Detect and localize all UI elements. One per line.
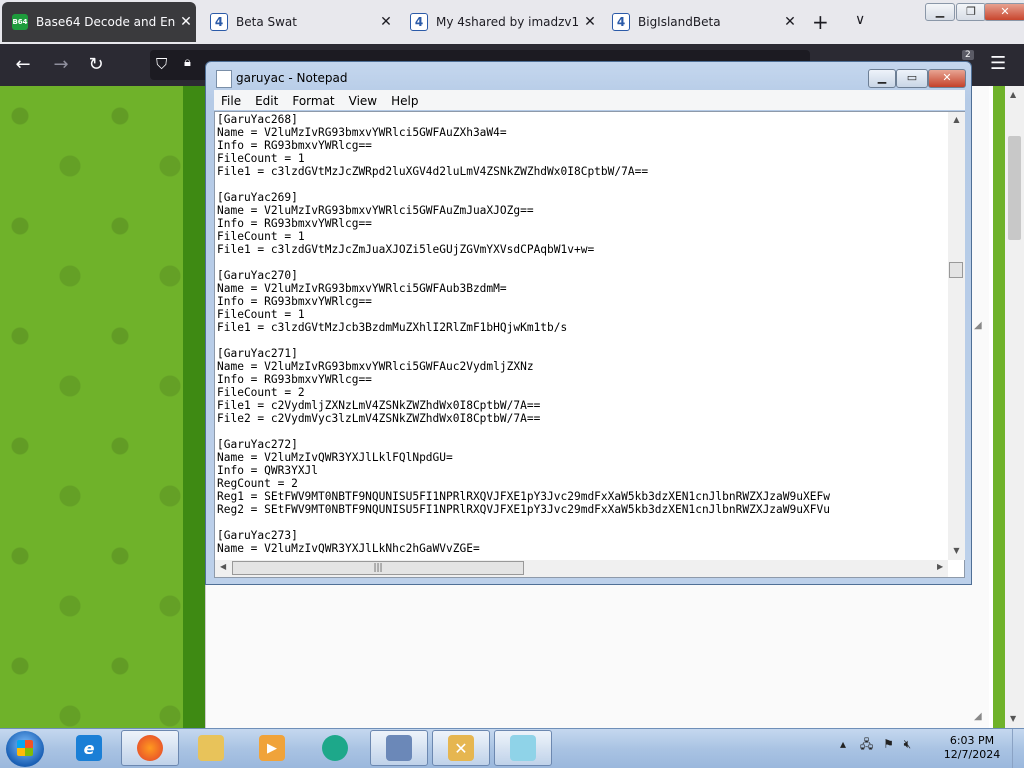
notepad-icon — [510, 735, 536, 761]
browser-tab-bar: B64 Base64 Decode and Encode ✕ 4 Beta Sw… — [0, 0, 1024, 44]
tab-my-4shared[interactable]: 4 My 4shared by imadzv10 - ✕ — [400, 2, 600, 42]
system-tray: ▴ 🖧︎ ⚑ 🔇︎ — [840, 735, 911, 756]
tab-list-button[interactable]: ∨ — [855, 12, 865, 28]
4shared-favicon-icon: 4 — [410, 13, 428, 31]
taskbar: e ▶ ✕ ▴ 🖧︎ ⚑ 🔇︎ 6:03 PM 12/7/2024 — [0, 728, 1024, 768]
show-desktop-button[interactable] — [1012, 729, 1024, 768]
hamburger-menu-icon[interactable]: ☰ — [990, 53, 1006, 74]
shield-icon[interactable]: ⛉ — [156, 55, 167, 73]
notepad-vscroll-thumb[interactable] — [949, 262, 963, 278]
notepad-maximize-button[interactable]: ▭ — [896, 69, 928, 88]
internet-explorer-icon: e — [76, 735, 102, 761]
lock-icon[interactable]: 🔒︎ — [184, 55, 191, 70]
forward-button[interactable]: → — [50, 54, 72, 75]
taskbar-clock[interactable]: 6:03 PM 12/7/2024 — [940, 734, 1004, 762]
folder-icon — [198, 735, 224, 761]
new-tab-button[interactable]: + — [812, 10, 829, 34]
page-doodle-background — [0, 86, 196, 728]
app-circle-icon — [322, 735, 348, 761]
notepad-vertical-scrollbar[interactable]: ▲ ▼ — [948, 112, 965, 560]
back-button[interactable]: ← — [12, 54, 34, 75]
taskbar-network-tool[interactable] — [370, 730, 428, 766]
notepad-hscroll-thumb[interactable]: ||| — [232, 561, 524, 575]
tab-close-icon[interactable]: ✕ — [580, 14, 600, 30]
browser-restore-button[interactable]: ❐ — [956, 3, 986, 21]
scroll-down-arrow-icon[interactable]: ▼ — [1010, 714, 1016, 723]
tab-title: BigIslandBeta — [638, 15, 721, 29]
menu-view[interactable]: View — [342, 91, 384, 108]
start-button[interactable] — [6, 731, 44, 767]
tab-title: My 4shared by imadzv10 - — [436, 15, 580, 29]
network-tool-icon — [386, 735, 412, 761]
notepad-text-content[interactable]: [GaruYac268] Name = V2luMzIvRG93bmxvYWRl… — [217, 113, 947, 561]
notepad-menu-bar: File Edit Format View Help — [214, 90, 965, 110]
notepad-window[interactable]: garuyac - Notepad ▁ ▭ ✕ File Edit Format Vi… — [205, 61, 972, 585]
tab-bigislandbeta[interactable]: 4 BigIslandBeta ✕ — [602, 2, 800, 42]
notepad-title: garuyac - Notepad — [236, 71, 348, 85]
base64-favicon-icon: B64 — [12, 14, 28, 30]
tab-base64[interactable]: B64 Base64 Decode and Encode ✕ — [2, 2, 196, 42]
browser-minimize-button[interactable]: ▁ — [925, 3, 955, 21]
menu-help[interactable]: Help — [384, 91, 425, 108]
notepad-icon — [216, 70, 232, 88]
tab-beta-swat[interactable]: 4 Beta Swat ✕ — [200, 2, 396, 42]
taskbar-notepad[interactable] — [494, 730, 552, 766]
notepad-minimize-button[interactable]: ▁ — [868, 69, 896, 88]
scroll-left-arrow-icon[interactable]: ◀ — [220, 562, 226, 571]
tab-title: Beta Swat — [236, 15, 297, 29]
windows-logo-icon — [17, 740, 33, 756]
4shared-favicon-icon: 4 — [612, 13, 630, 31]
clock-time: 6:03 PM — [949, 734, 995, 747]
tab-close-icon[interactable]: ✕ — [780, 14, 800, 30]
browser-scrollbar[interactable]: ▲ ▼ — [1005, 86, 1024, 728]
media-player-icon: ▶ — [259, 735, 285, 761]
scroll-right-arrow-icon[interactable]: ▶ — [937, 562, 943, 571]
clock-date: 12/7/2024 — [943, 748, 1001, 761]
page-right-margin — [993, 86, 1005, 728]
extension-badge[interactable]: 2 — [962, 50, 974, 60]
browser-scroll-thumb[interactable] — [1008, 136, 1021, 240]
resize-grip-icon[interactable]: ◢ — [974, 320, 982, 331]
show-hidden-icons-icon[interactable]: ▴ — [840, 737, 846, 751]
taskbar-internet-explorer[interactable]: e — [60, 730, 118, 766]
tools-icon: ✕ — [448, 735, 474, 761]
reload-button[interactable]: ↻ — [85, 54, 107, 75]
menu-format[interactable]: Format — [285, 91, 341, 108]
volume-muted-icon[interactable]: 🔇︎ — [904, 737, 912, 751]
notepad-horizontal-scrollbar[interactable]: ◀ ||| ▶ — [215, 560, 948, 577]
taskbar-app-circle[interactable] — [306, 730, 364, 766]
4shared-favicon-icon: 4 — [210, 13, 228, 31]
scroll-up-arrow-icon[interactable]: ▲ — [1010, 90, 1016, 99]
menu-edit[interactable]: Edit — [248, 91, 285, 108]
taskbar-tools-app[interactable]: ✕ — [432, 730, 490, 766]
taskbar-firefox[interactable] — [121, 730, 179, 766]
menu-file[interactable]: File — [214, 91, 248, 108]
taskbar-file-explorer[interactable] — [182, 730, 240, 766]
page-side-strip — [183, 86, 205, 728]
firefox-icon — [137, 735, 163, 761]
resize-grip-icon[interactable]: ◢ — [974, 711, 982, 722]
scroll-down-arrow-icon[interactable]: ▼ — [948, 546, 965, 555]
scroll-up-arrow-icon[interactable]: ▲ — [948, 115, 965, 124]
notepad-edit-area[interactable]: [GaruYac268] Name = V2luMzIvRG93bmxvYWRl… — [214, 111, 965, 578]
tab-title: Base64 Decode and Encode — [36, 15, 176, 29]
tab-close-icon[interactable]: ✕ — [376, 14, 396, 30]
action-center-flag-icon[interactable]: ⚑ — [883, 737, 894, 751]
browser-close-button[interactable]: ✕ — [984, 3, 1024, 21]
tab-close-icon[interactable]: ✕ — [176, 14, 196, 30]
notepad-close-button[interactable]: ✕ — [928, 69, 966, 88]
network-icon[interactable]: 🖧︎ — [860, 737, 873, 751]
taskbar-media-player[interactable]: ▶ — [243, 730, 301, 766]
